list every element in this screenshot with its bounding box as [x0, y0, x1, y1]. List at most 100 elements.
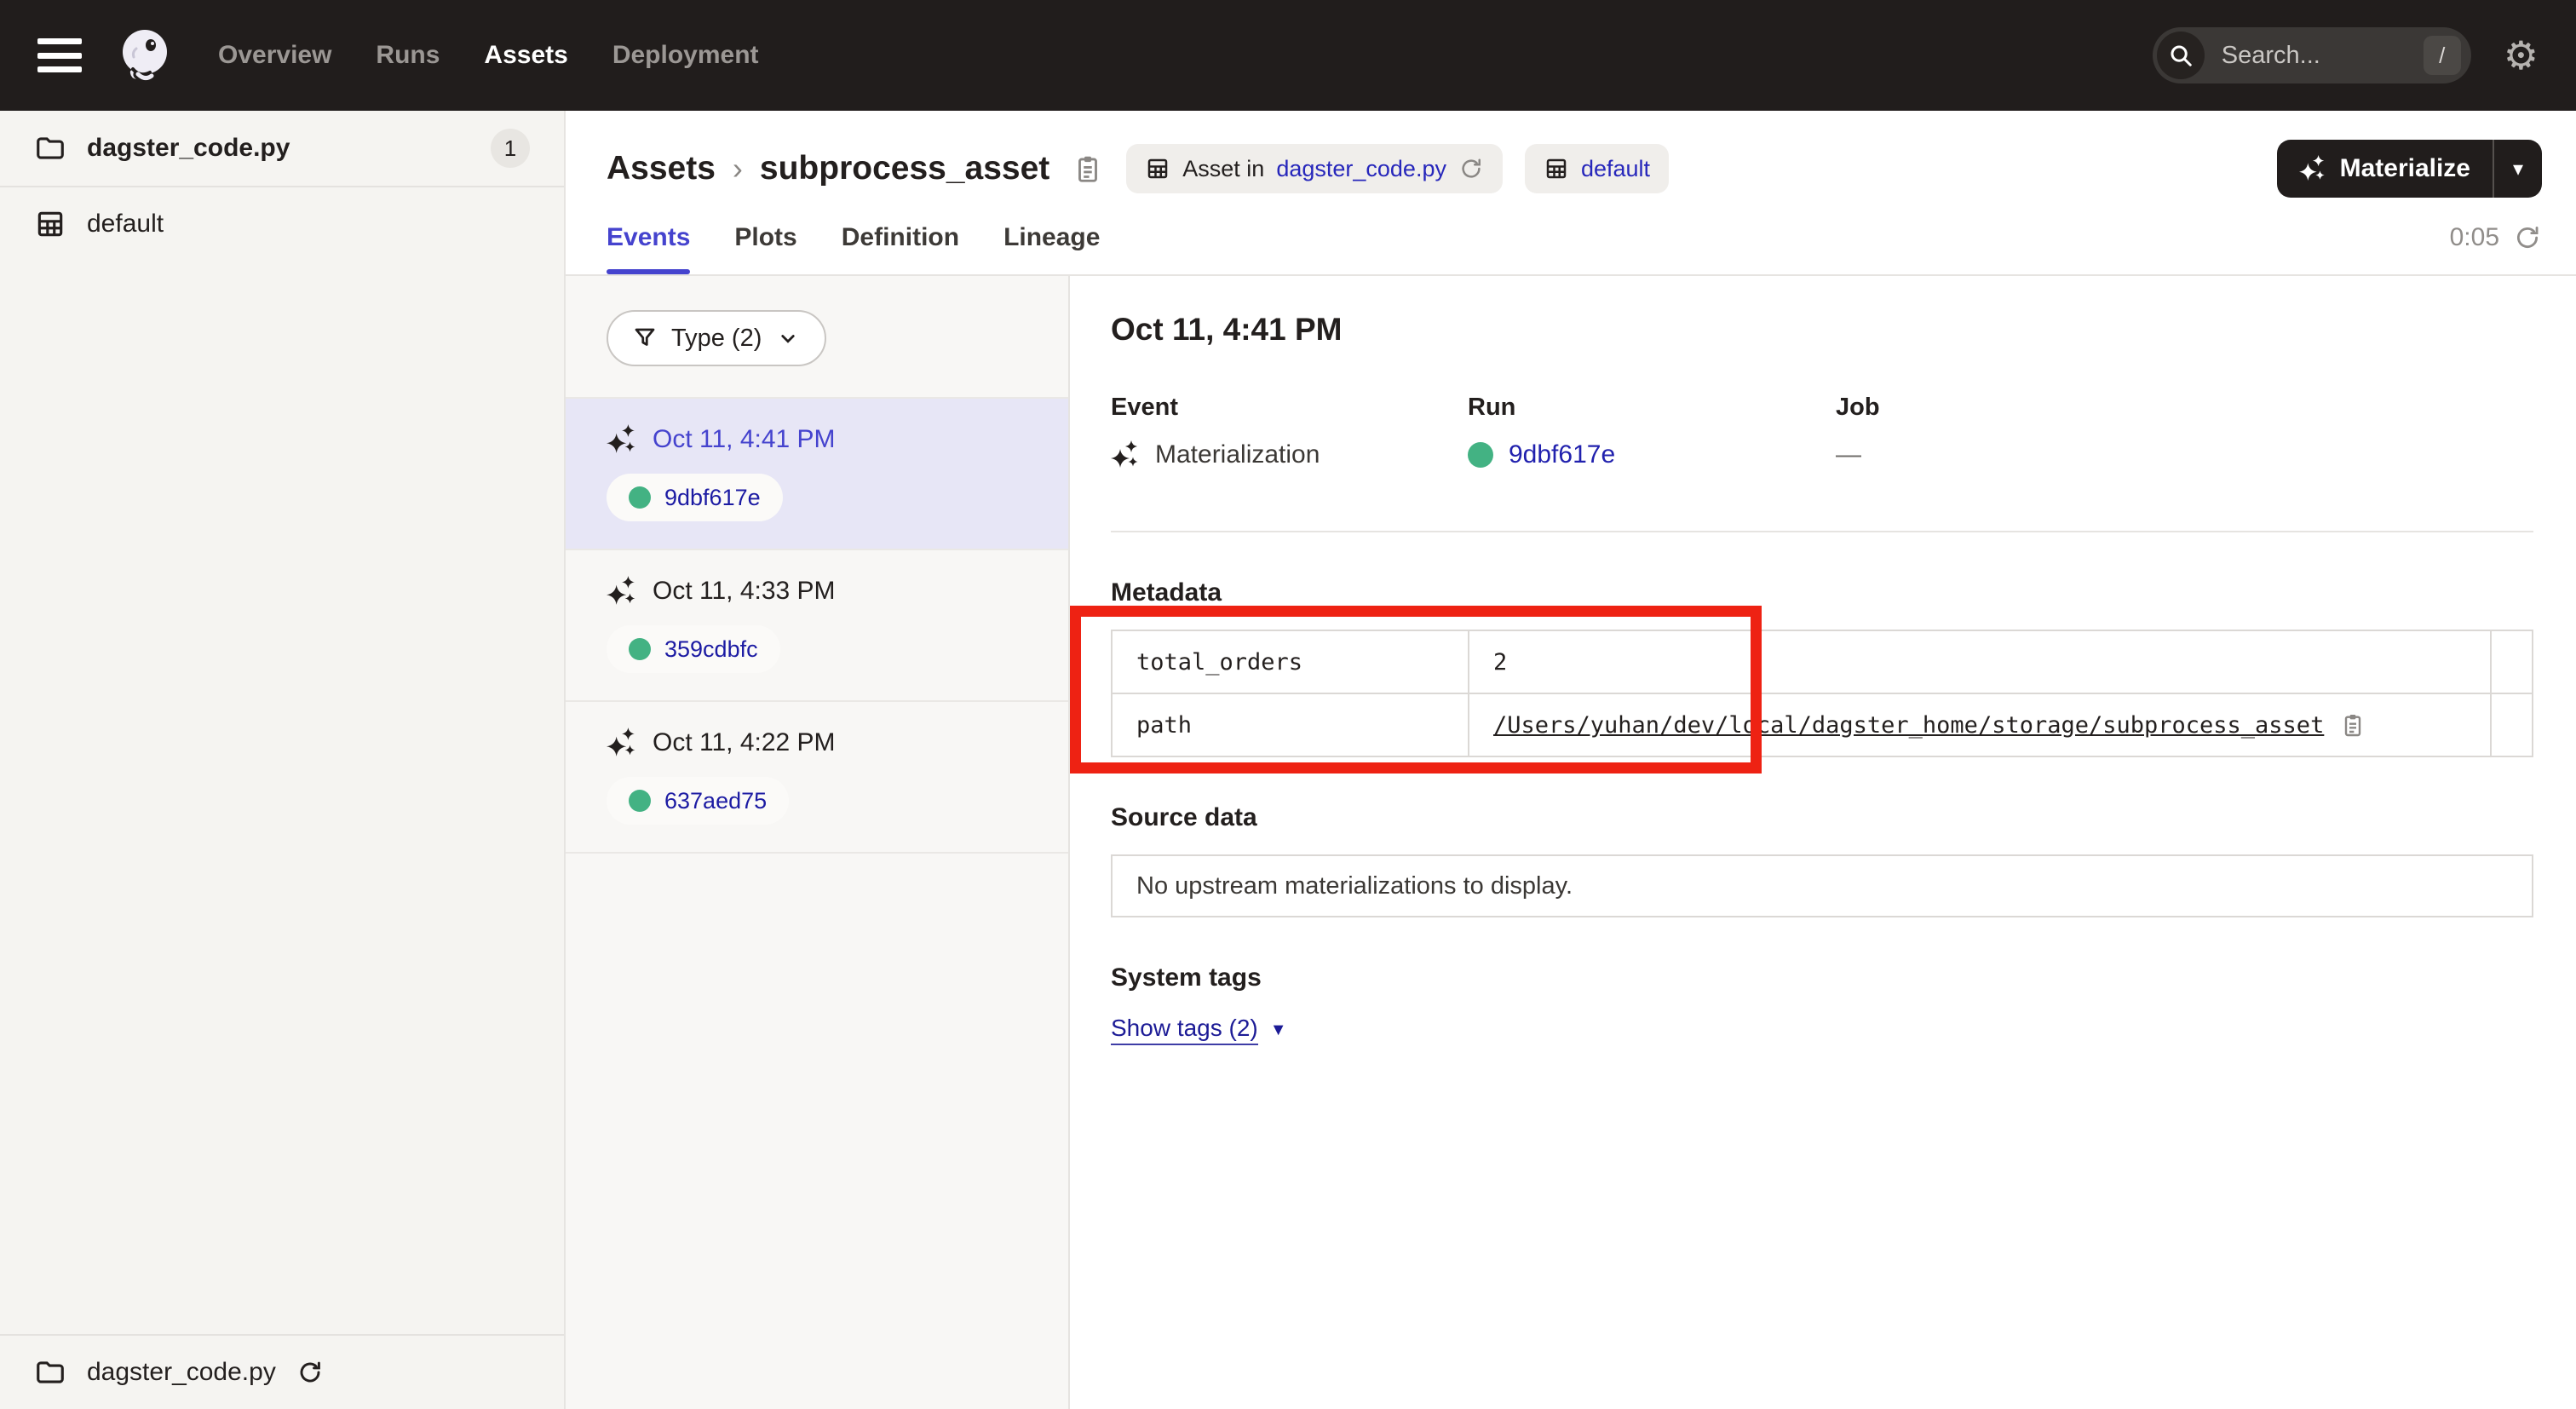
run-status-dot — [629, 638, 651, 660]
shines-icon — [607, 728, 637, 758]
show-tags-button[interactable]: Show tags (2) ▼ — [1111, 1015, 1287, 1045]
search-input[interactable]: Search... / — [2153, 27, 2471, 83]
asset-group-icon — [34, 208, 66, 240]
tab-plots[interactable]: Plots — [734, 223, 796, 274]
run-status-dot — [1468, 442, 1493, 468]
breadcrumb-separator: › — [733, 151, 743, 187]
run-id-pill[interactable]: 359cdbfc — [607, 625, 780, 673]
top-nav: Overview Runs Assets Deployment Search..… — [0, 0, 2576, 111]
dagster-app: Overview Runs Assets Deployment Search..… — [0, 0, 2576, 1409]
group-badge[interactable]: default — [1525, 144, 1669, 193]
breadcrumb-assets[interactable]: Assets — [607, 150, 716, 187]
metadata-key: total_orders — [1112, 630, 1469, 693]
nav-runs[interactable]: Runs — [376, 41, 440, 70]
metadata-section-title: Metadata — [1111, 578, 2533, 607]
folder-icon — [34, 1356, 66, 1389]
shines-icon — [607, 576, 637, 607]
sidebar-item-code-location[interactable]: dagster_code.py 1 — [0, 111, 564, 187]
metadata-value: 2 — [1469, 630, 2491, 693]
group-label: default — [87, 210, 164, 239]
job-value: — — [1836, 440, 1861, 469]
copy-icon[interactable] — [1072, 152, 1104, 185]
asset-badge-code-location-link[interactable]: dagster_code.py — [1276, 156, 1446, 182]
event-detail-panel: Oct 11, 4:41 PM Event — [1070, 276, 2576, 1409]
refresh-icon[interactable] — [2513, 223, 2542, 252]
event-timestamp: Oct 11, 4:33 PM — [653, 577, 836, 606]
run-id-link[interactable]: 637aed75 — [664, 788, 767, 814]
sidebar-footer-code-location[interactable]: dagster_code.py — [0, 1334, 564, 1409]
chevron-down-icon — [775, 325, 801, 351]
search-icon — [2157, 32, 2205, 79]
search-placeholder: Search... — [2222, 42, 2406, 70]
shines-icon — [1111, 440, 1140, 469]
asset-badge-prefix: Asset in — [1182, 156, 1264, 182]
sidebar: dagster_code.py 1 default dagster_code.p… — [0, 111, 566, 1409]
asset-header: Assets › subprocess_asset Asset in dagst… — [566, 111, 2576, 198]
search-shortcut-key: / — [2424, 36, 2461, 75]
refresh-icon[interactable] — [296, 1359, 324, 1386]
filter-row: Type (2) — [566, 276, 1068, 399]
event-column-label: Event — [1111, 394, 1468, 422]
asset-count-badge: 1 — [491, 129, 530, 168]
events-list-panel: Type (2) — [566, 276, 1070, 1409]
source-data-section-title: Source data — [1111, 803, 2533, 832]
materialize-label: Materialize — [2340, 154, 2470, 183]
divider — [1111, 531, 2533, 532]
nav-deployment[interactable]: Deployment — [612, 41, 759, 70]
run-id-link[interactable]: 359cdbfc — [664, 636, 758, 663]
group-badge-link[interactable]: default — [1581, 156, 1650, 182]
event-list-item[interactable]: Oct 11, 4:22 PM 637aed75 — [566, 702, 1068, 854]
system-tags-section-title: System tags — [1111, 963, 2533, 992]
table-row: path /Users/yuhan/dev/local/dagster_home… — [1112, 693, 2533, 756]
refresh-icon[interactable] — [1458, 156, 1484, 181]
gear-icon[interactable]: ⚙ — [2504, 36, 2539, 75]
page-title: subprocess_asset — [760, 150, 1049, 187]
hamburger-icon[interactable] — [37, 38, 82, 72]
run-status-dot — [629, 790, 651, 812]
event-timestamp: Oct 11, 4:22 PM — [653, 728, 836, 757]
type-filter-button[interactable]: Type (2) — [607, 310, 826, 366]
nav-assets[interactable]: Assets — [484, 41, 567, 70]
materialize-button[interactable]: Materialize — [2277, 140, 2493, 198]
metadata-value: /Users/yuhan/dev/local/dagster_home/stor… — [1469, 693, 2491, 756]
code-location-label: dagster_code.py — [87, 134, 290, 163]
event-list-item[interactable]: Oct 11, 4:33 PM 359cdbfc — [566, 550, 1068, 702]
breadcrumb: Assets › subprocess_asset — [607, 150, 1049, 187]
table-row: total_orders 2 — [1112, 630, 2533, 693]
run-id-pill[interactable]: 637aed75 — [607, 777, 789, 825]
dagster-logo[interactable] — [116, 26, 174, 84]
asset-tabs: Events Plots Definition Lineage 0:05 — [566, 198, 2576, 276]
run-id-link[interactable]: 9dbf617e — [664, 485, 761, 511]
materialize-dropdown-caret[interactable]: ▾ — [2493, 140, 2542, 198]
tab-definition[interactable]: Definition — [842, 223, 959, 274]
copy-icon[interactable] — [2339, 711, 2366, 739]
asset-group-icon — [1544, 156, 1569, 181]
asset-definition-badge[interactable]: Asset in dagster_code.py — [1126, 144, 1503, 193]
event-timestamp: Oct 11, 4:41 PM — [653, 425, 836, 454]
refresh-countdown: 0:05 — [2450, 223, 2499, 252]
main-content: Assets › subprocess_asset Asset in dagst… — [566, 111, 2576, 1409]
nav-overview[interactable]: Overview — [218, 41, 331, 70]
metadata-key: path — [1112, 693, 1469, 756]
primary-nav: Overview Runs Assets Deployment — [218, 41, 759, 70]
materialize-button-group: Materialize ▾ — [2277, 140, 2542, 198]
sidebar-item-group-default[interactable]: default — [0, 187, 564, 261]
tab-lineage[interactable]: Lineage — [1003, 223, 1100, 274]
show-tags-label: Show tags (2) — [1111, 1015, 1258, 1045]
metadata-table: total_orders 2 path /Users/yuhan/dev/loc… — [1111, 630, 2533, 757]
run-column-label: Run — [1468, 394, 1836, 422]
tab-events[interactable]: Events — [607, 223, 690, 274]
job-column-label: Job — [1836, 394, 2533, 422]
source-data-empty-state: No upstream materializations to display. — [1111, 854, 2533, 917]
run-status-dot — [629, 486, 651, 509]
shines-icon — [607, 424, 637, 455]
asset-group-icon — [1145, 156, 1170, 181]
footer-code-location-label: dagster_code.py — [87, 1358, 276, 1387]
refresh-timer: 0:05 — [2450, 223, 2542, 274]
metadata-path-link[interactable]: /Users/yuhan/dev/local/dagster_home/stor… — [1493, 712, 2324, 739]
run-id-link[interactable]: 9dbf617e — [1509, 440, 1615, 469]
filter-icon — [632, 325, 658, 351]
caret-down-icon: ▼ — [1270, 1021, 1287, 1040]
event-list-item[interactable]: Oct 11, 4:41 PM 9dbf617e — [566, 399, 1068, 550]
run-id-pill[interactable]: 9dbf617e — [607, 474, 783, 521]
